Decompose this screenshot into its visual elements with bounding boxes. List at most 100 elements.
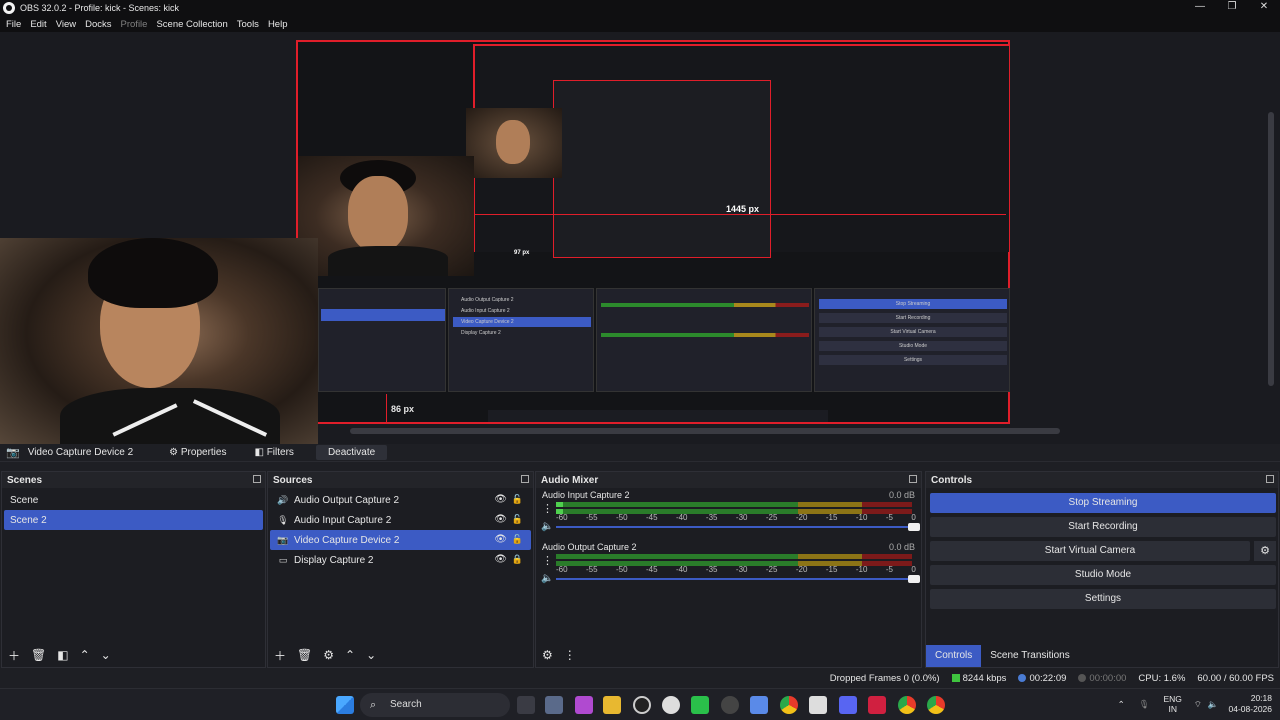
width-measure-label: 1445 px [726, 204, 760, 214]
wifi-icon[interactable]: ⌔ [1194, 699, 1202, 710]
volume-tray-icon[interactable]: 🔈 [1208, 699, 1219, 710]
start-virtual-camera-button[interactable]: Start Virtual Camera [930, 541, 1250, 561]
chatgpt-icon[interactable] [662, 696, 680, 714]
chrome-profile-icon[interactable] [898, 696, 916, 714]
move-up-button[interactable]: ⌃ [80, 648, 90, 662]
clock-time: 20:18 [1250, 693, 1272, 703]
nested-controls-dock: Stop Streaming Start Recording Start Vir… [814, 288, 1010, 392]
discord-icon[interactable] [839, 696, 857, 714]
mixer-menu-icon[interactable]: ⋮ [564, 648, 576, 662]
volume-fader[interactable] [556, 523, 920, 531]
file-explorer-icon[interactable] [603, 696, 621, 714]
add-source-button[interactable]: ＋ [274, 647, 286, 664]
camera-icon: 📷 [6, 447, 20, 459]
undock-icon[interactable] [253, 475, 261, 483]
obs-taskbar-icon[interactable] [633, 696, 651, 714]
tab-controls[interactable]: Controls [926, 645, 982, 667]
taskbar-search[interactable]: ⌕ Search [360, 693, 510, 717]
windows-start-icon[interactable] [336, 696, 354, 714]
tick-label: -40 [675, 513, 688, 522]
menu-docks[interactable]: Docks [85, 19, 111, 30]
scene-label: Scene 2 [10, 514, 47, 526]
visibility-eye-icon[interactable]: 👁 [494, 554, 507, 565]
media-app-icon[interactable] [868, 696, 886, 714]
close-button[interactable]: ✕ [1248, 0, 1280, 16]
channel-menu-icon[interactable]: ⋮ [542, 554, 553, 567]
sources-dock: Sources 🔊 Audio Output Capture 2 👁 🔓 🎙 A… [267, 471, 534, 668]
virtual-camera-settings-gear-icon[interactable]: ⚙ [1254, 541, 1276, 561]
tick-label: -60 [556, 513, 568, 522]
channel-menu-icon[interactable]: ⋮ [542, 502, 553, 515]
source-item-video-capture[interactable]: 📷 Video Capture Device 2 👁 🔓 [270, 530, 531, 550]
menu-tools[interactable]: Tools [237, 19, 259, 30]
store-icon[interactable] [545, 696, 563, 714]
scene-filters-button[interactable]: ◧ [57, 648, 68, 662]
source-properties-button[interactable]: ⚙ [323, 648, 334, 662]
task-view-icon[interactable] [517, 696, 535, 714]
visibility-eye-icon[interactable]: 👁 [494, 494, 507, 505]
preview-horizontal-scrollbar[interactable] [350, 428, 1060, 434]
whatsapp-icon[interactable] [691, 696, 709, 714]
move-up-button[interactable]: ⌃ [345, 648, 355, 662]
webcam-feed[interactable] [0, 238, 318, 444]
microphone-tray-icon[interactable]: 🎙 [1139, 699, 1150, 710]
visibility-eye-icon[interactable]: 👁 [494, 514, 507, 525]
bottom-measure-label: 86 px [391, 404, 415, 414]
mixer-channel-audio-input: Audio Input Capture 2 0.0 dB ⋮ -60 -55 -50… [536, 488, 921, 540]
fader-knob[interactable] [908, 523, 920, 531]
undock-icon[interactable] [521, 475, 529, 483]
clock[interactable]: 20:18 04-08-2026 [1229, 693, 1272, 715]
remove-source-button[interactable]: 🗑 [297, 648, 312, 662]
undock-icon[interactable] [1266, 475, 1274, 483]
settings-button[interactable]: Settings [930, 589, 1276, 609]
channel-name: Audio Output Capture 2 [542, 542, 637, 552]
preview-vertical-scrollbar[interactable] [1268, 112, 1274, 386]
chrome-profile-2-icon[interactable] [927, 696, 945, 714]
scenes-toolbar: ＋ 🗑 ◧ ⌃ ⌄ [2, 643, 265, 667]
chrome-icon[interactable] [780, 696, 798, 714]
filters-button[interactable]: ◧ Filters [248, 445, 299, 460]
preview-canvas[interactable]: Audio Output Capture 2 Audio Input Captu… [0, 32, 1280, 444]
lock-icon[interactable]: 🔒 [512, 554, 523, 565]
source-item-display-capture[interactable]: ▭ Display Capture 2 👁 🔒 [270, 550, 531, 570]
copilot-icon[interactable] [575, 696, 593, 714]
menu-help[interactable]: Help [268, 19, 288, 30]
move-down-button[interactable]: ⌄ [101, 648, 111, 662]
vpn-icon[interactable] [750, 696, 768, 714]
remove-scene-button[interactable]: 🗑 [31, 648, 46, 662]
unlock-icon[interactable]: 🔓 [512, 534, 523, 545]
show-hidden-icons-chevron-icon[interactable]: ⌃ [1118, 699, 1125, 710]
stop-streaming-button[interactable]: Stop Streaming [930, 493, 1276, 513]
obs-running-icon[interactable] [721, 696, 739, 714]
source-item-audio-output[interactable]: 🔊 Audio Output Capture 2 👁 🔓 [270, 490, 531, 510]
start-recording-button[interactable]: Start Recording [930, 517, 1276, 537]
volume-icon[interactable]: 🔈 [541, 573, 553, 584]
source-item-audio-input[interactable]: 🎙 Audio Input Capture 2 👁 🔓 [270, 510, 531, 530]
language-indicator[interactable]: ENG IN [1164, 694, 1182, 714]
menu-edit[interactable]: Edit [30, 19, 46, 30]
minimize-button[interactable]: — [1184, 0, 1216, 16]
deactivate-button[interactable]: Deactivate [315, 445, 388, 460]
unlock-icon[interactable]: 🔓 [512, 494, 523, 505]
scene-item-scene[interactable]: Scene [4, 490, 263, 510]
add-scene-button[interactable]: ＋ [8, 647, 20, 664]
menu-scene-collection[interactable]: Scene Collection [156, 19, 227, 30]
volume-icon[interactable]: 🔈 [541, 521, 553, 532]
properties-button[interactable]: ⚙ Properties [163, 445, 232, 460]
unlock-icon[interactable]: 🔓 [512, 514, 523, 525]
tab-scene-transitions[interactable]: Scene Transitions [981, 645, 1079, 667]
menu-profile[interactable]: Profile [121, 19, 148, 30]
studio-mode-button[interactable]: Studio Mode [930, 565, 1276, 585]
scene-item-scene-2[interactable]: Scene 2 [4, 510, 263, 530]
menu-view[interactable]: View [56, 19, 76, 30]
undock-icon[interactable] [909, 475, 917, 483]
move-down-button[interactable]: ⌄ [366, 648, 376, 662]
visibility-eye-icon[interactable]: 👁 [494, 534, 507, 545]
system-tray: ⌃ 🎙 ENG IN ⌔ 🔈 20:18 04-08-2026 [1118, 693, 1272, 715]
menu-file[interactable]: File [6, 19, 21, 30]
fader-knob[interactable] [908, 575, 920, 583]
maximize-button[interactable]: ❐ [1216, 0, 1248, 16]
volume-fader[interactable] [556, 575, 920, 583]
advanced-audio-icon[interactable]: ⚙ [542, 648, 553, 662]
capcut-icon[interactable] [809, 696, 827, 714]
